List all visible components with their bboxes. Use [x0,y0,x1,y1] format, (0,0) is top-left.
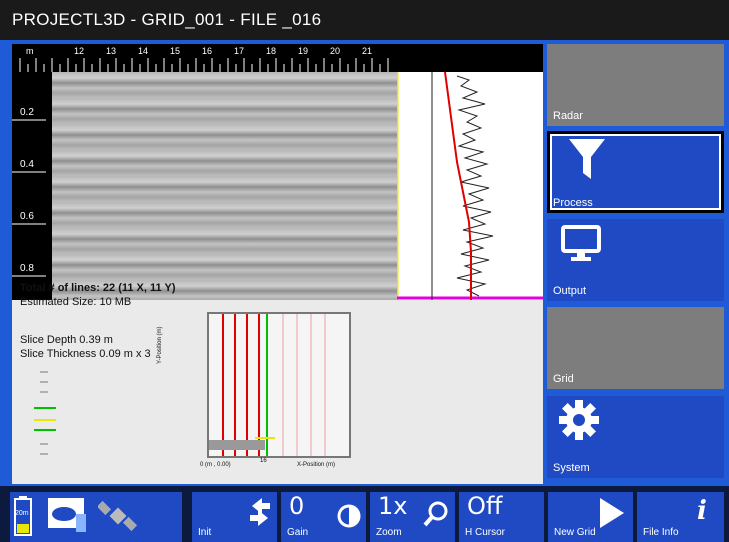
monitor-icon [561,225,601,261]
satellite-icon [98,500,138,532]
side-button-label: Grid [553,373,574,385]
distance-ruler[interactable]: m 12 13 14 15 16 17 18 19 20 21 [12,44,543,72]
depth-label: 0.4 [20,159,34,170]
window-title: PROJECTL3D - GRID_001 - FILE _016 [12,10,322,29]
side-button-label: System [553,462,590,474]
zoom-value: 1x [378,492,408,520]
side-button-label: Output [553,285,587,297]
waveform-plot [397,72,543,300]
ruler-ticks [19,58,389,72]
cursor-value: Off [467,492,503,520]
depth-label: 0.8 [20,263,34,274]
status-area: 20m [10,492,182,542]
depth-slice-plot[interactable] [207,312,351,458]
side-button-label: Process [553,197,593,209]
info-icon: i [697,496,707,526]
gain-label: Gain [287,527,309,538]
side-button-process[interactable]: Process [547,131,724,213]
slice-lines [209,314,326,456]
swap-arrows-icon [250,498,270,526]
title-bar: PROJECTL3D - GRID_001 - FILE _016 [0,0,729,40]
side-button-output[interactable]: Output [547,219,724,301]
side-button-radar[interactable]: Radar [547,44,724,126]
gain-value: 0 [289,492,305,520]
gain-button[interactable]: 0 Gain [281,492,366,542]
slice-plot-ylabel: Y-Position (m) [157,326,163,364]
side-button-system[interactable]: System [547,396,724,478]
slice-plot-xlabel-left: 0 (m , 0.00) [200,462,231,468]
estimated-size-text: Estimated Size: 10 MB [20,296,132,308]
slice-plot-xlabel-right: X-Position (m) [297,462,336,468]
main-view: m 12 13 14 15 16 17 18 19 20 21 0.2 0.4 … [12,44,543,484]
new-grid-label: New Grid [554,527,596,538]
slice-depth-text: Slice Depth 0.39 m [20,334,113,346]
bottom-toolbar: 20m Init 0 Gain 1x Zoom Off H Cursor New… [0,486,729,542]
file-info-label: File Info [643,527,679,538]
zoom-button[interactable]: 1x Zoom [370,492,455,542]
slice-plot-xlabel-mid: 16 [260,458,267,464]
gear-icon [559,400,599,440]
zoom-label: Zoom [376,527,402,538]
side-button-label: Radar [553,110,583,122]
depth-label: 0.2 [20,107,34,118]
play-icon [600,498,624,528]
depth-axis: 0.2 0.4 0.6 0.8 [12,72,52,300]
side-button-grid[interactable]: Grid [547,307,724,389]
new-grid-button[interactable]: New Grid [548,492,633,542]
radargram-image[interactable] [12,72,397,300]
cursor-button[interactable]: Off H Cursor [459,492,544,542]
contrast-icon [337,504,361,528]
slice-thickness-text: Slice Thickness 0.09 m x 3 [20,348,151,360]
funnel-icon [569,139,605,179]
slice-depth-ladder[interactable] [32,364,72,464]
trace-panel[interactable] [397,72,543,300]
init-label: Init [198,527,212,538]
battery-text: 20m [15,510,29,517]
cursor-label: H Cursor [465,527,506,538]
init-button[interactable]: Init [192,492,277,542]
total-lines-text: Total # of lines: 22 (11 X, 11 Y) [20,282,176,294]
antenna-device-icon [48,498,86,532]
file-info-button[interactable]: i File Info [637,492,724,542]
search-icon [423,501,448,527]
depth-label: 0.6 [20,211,34,222]
